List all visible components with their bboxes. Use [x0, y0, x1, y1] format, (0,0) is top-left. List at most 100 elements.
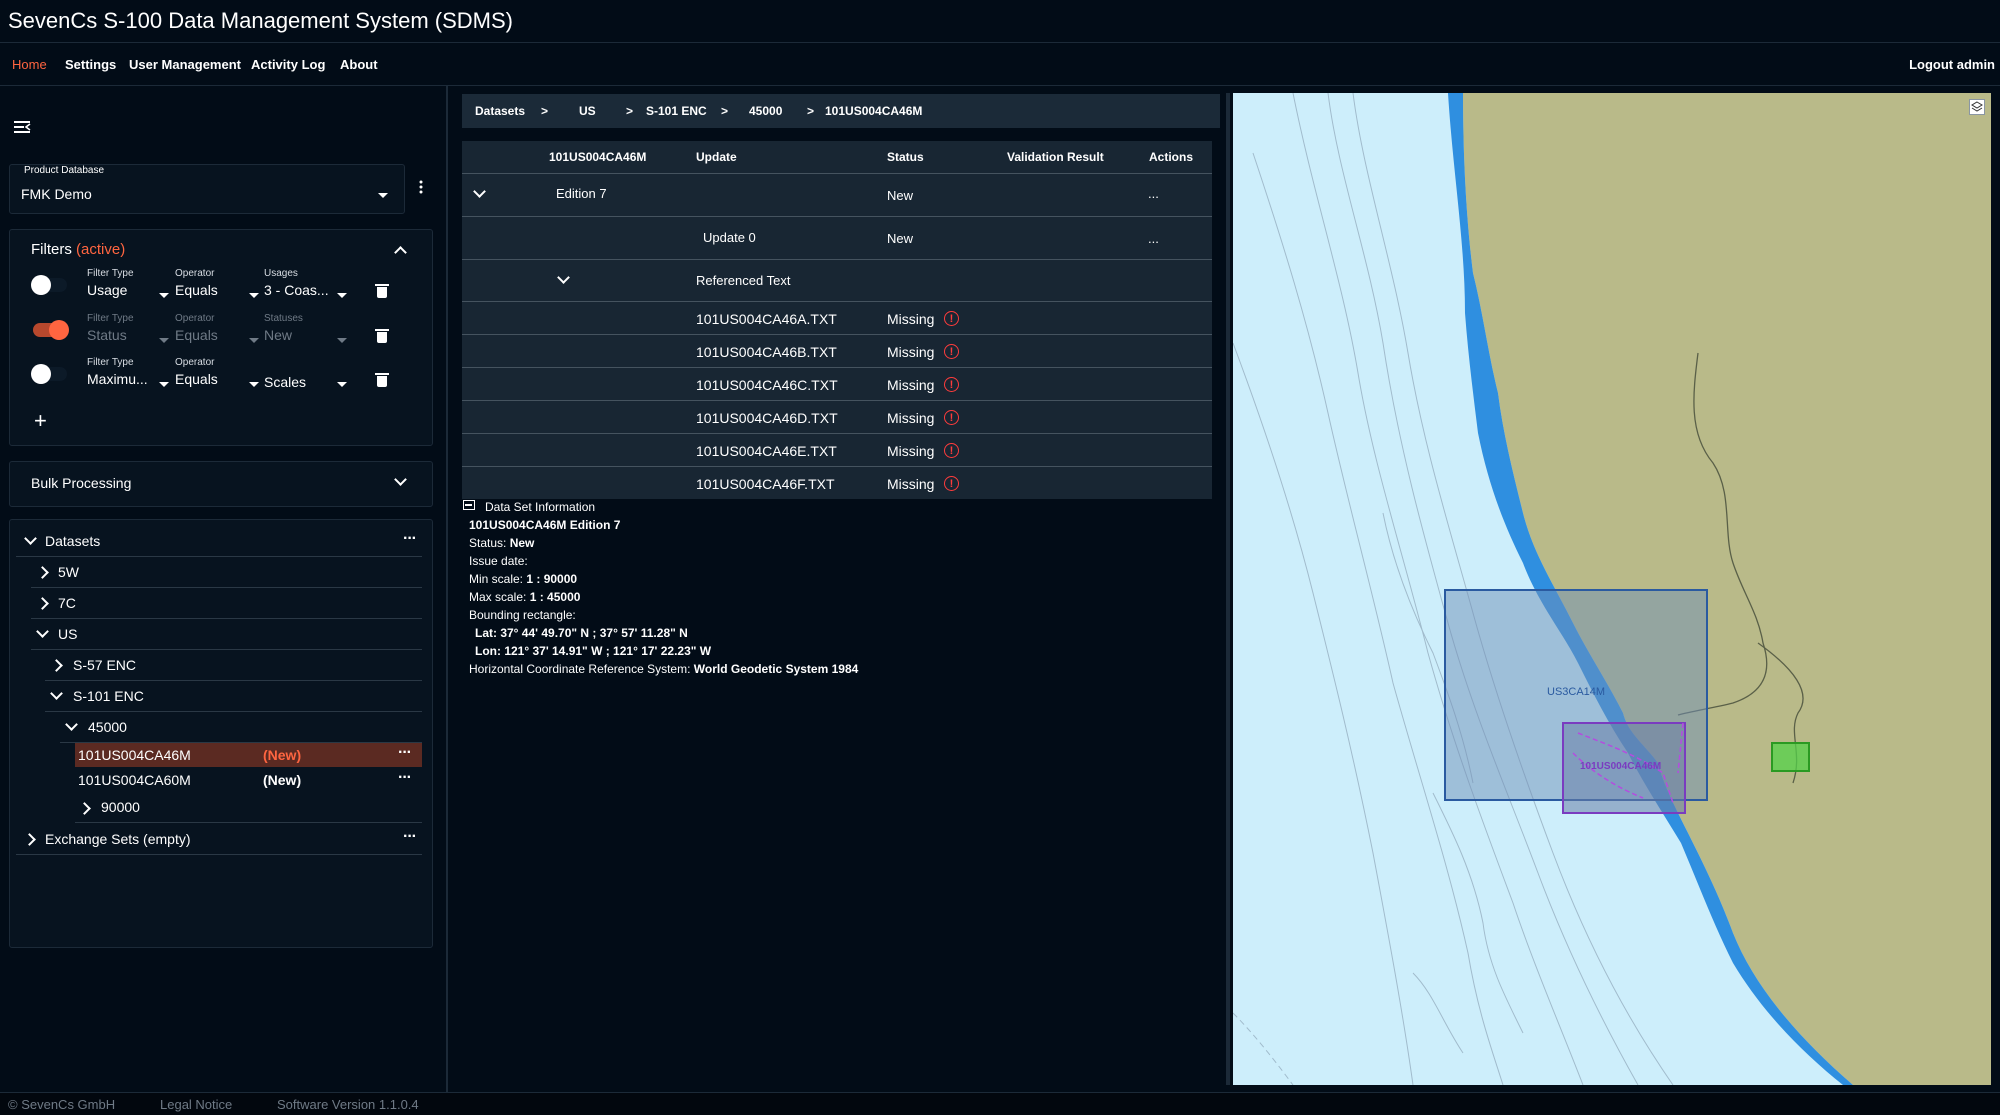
chevron-down-icon[interactable]	[337, 293, 347, 298]
filter-type-label: Filter Type	[87, 357, 134, 368]
tree-node-101us004ca60m[interactable]: 101US004CA60M (New) ···	[75, 768, 422, 792]
info-header: Data Set Information	[485, 500, 596, 514]
status-text: New	[887, 188, 914, 203]
map-splitter[interactable]	[1226, 93, 1230, 1085]
row-actions-button[interactable]: ...	[1148, 186, 1159, 201]
db-menu-icon[interactable]	[419, 180, 423, 194]
operator-value[interactable]: Equals	[175, 327, 218, 343]
chevron-down-icon[interactable]	[159, 338, 169, 343]
column-header-update[interactable]: Update	[696, 150, 737, 164]
table-row-file[interactable]: 101US004CA46A.TXT Missing !	[462, 302, 1212, 335]
more-icon[interactable]: ···	[403, 530, 417, 548]
table-row-update[interactable]: Update 0 New ...	[462, 217, 1212, 260]
update-label: Update 0	[703, 230, 756, 245]
tree-node-us[interactable]: US	[31, 619, 422, 650]
table-row-file[interactable]: 101US004CA46C.TXT Missing !	[462, 368, 1212, 401]
chevron-right-icon	[23, 833, 36, 846]
collapse-box-icon[interactable]	[463, 500, 475, 510]
chevron-down-icon[interactable]	[249, 338, 259, 343]
tree-label: 101US004CA60M	[78, 772, 191, 788]
chevron-down-icon[interactable]	[249, 382, 259, 387]
warning-icon: !	[944, 377, 959, 392]
statuses-value[interactable]: New	[264, 327, 292, 343]
table-row-file[interactable]: 101US004CA46B.TXT Missing !	[462, 335, 1212, 368]
tree-node-datasets[interactable]: Datasets ···	[16, 526, 422, 557]
map-label-us3ca14m: US3CA14M	[1547, 686, 1606, 698]
more-icon[interactable]: ···	[398, 744, 412, 762]
layers-icon[interactable]	[1969, 99, 1985, 115]
table-row-referenced-text[interactable]: Referenced Text	[462, 260, 1212, 302]
more-icon[interactable]: ···	[398, 769, 412, 787]
nav-activity-log[interactable]: Activity Log	[251, 57, 325, 72]
status-badge: (New)	[263, 747, 302, 763]
table-row-file[interactable]: 101US004CA46D.TXT Missing !	[462, 401, 1212, 434]
chevron-right-icon	[36, 597, 49, 610]
edition-label: Edition 7	[556, 186, 607, 201]
tree-node-s101-enc[interactable]: S-101 ENC	[45, 681, 422, 712]
info-issue-date: Issue date:	[469, 554, 528, 568]
breadcrumb-current: 101US004CA46M	[825, 104, 923, 118]
chevron-down-icon[interactable]	[159, 293, 169, 298]
map-view[interactable]: US3CA14M 101US004CA46M	[1233, 93, 1991, 1085]
usages-value[interactable]: 3 - Coas...	[264, 282, 329, 298]
trash-icon[interactable]	[375, 373, 389, 387]
filter-type-value[interactable]: Maximu...	[87, 371, 148, 387]
filters-panel: Filters (active) Filter Type Usage Opera…	[9, 229, 433, 446]
logout-link[interactable]: Logout admin	[1909, 57, 1995, 72]
chevron-up-icon[interactable]	[394, 246, 407, 259]
tree-node-exchange-sets[interactable]: Exchange Sets (empty) ···	[16, 824, 422, 855]
operator-value[interactable]: Equals	[175, 371, 218, 387]
bulk-processing-panel[interactable]: Bulk Processing	[9, 461, 433, 507]
tree-node-s57-enc[interactable]: S-57 ENC	[45, 650, 422, 681]
tree-node-5w[interactable]: 5W	[31, 557, 422, 588]
tree-node-101us004ca46m[interactable]: 101US004CA46M (New) ···	[75, 743, 422, 767]
referenced-text-label: Referenced Text	[696, 273, 791, 288]
legal-notice-link[interactable]: Legal Notice	[160, 1097, 232, 1112]
column-header-actions[interactable]: Actions	[1149, 150, 1193, 164]
info-min-scale: Min scale: 1 : 90000	[469, 572, 578, 586]
main-nav: Home Settings User Management Activity L…	[0, 43, 2000, 86]
filter-type-value[interactable]: Status	[87, 327, 127, 343]
breadcrumb-datasets[interactable]: Datasets	[475, 104, 525, 118]
table-row-edition[interactable]: Edition 7 New ...	[462, 174, 1212, 217]
filter-toggle-2[interactable]	[33, 320, 69, 340]
filters-title[interactable]: Filters (active)	[31, 241, 125, 258]
product-database-select[interactable]: Product Database FMK Demo	[9, 164, 405, 214]
breadcrumb-45000[interactable]: 45000	[749, 104, 782, 118]
chevron-down-icon[interactable]	[249, 293, 259, 298]
chevron-down-icon[interactable]	[337, 338, 347, 343]
operator-label: Operator	[175, 268, 215, 279]
chevron-down-icon[interactable]	[557, 271, 570, 284]
nav-home[interactable]: Home	[12, 57, 47, 72]
table-row-file[interactable]: 101US004CA46E.TXT Missing !	[462, 434, 1212, 467]
nav-settings[interactable]: Settings	[65, 57, 116, 72]
scales-value[interactable]: Scales	[264, 374, 306, 390]
chevron-down-icon[interactable]	[473, 185, 486, 198]
table-row-file[interactable]: 101US004CA46F.TXT Missing !	[462, 467, 1212, 499]
more-icon[interactable]: ···	[403, 828, 417, 846]
operator-value[interactable]: Equals	[175, 282, 218, 298]
breadcrumb-us[interactable]: US	[579, 104, 596, 118]
column-header-validation[interactable]: Validation Result	[1007, 150, 1104, 164]
trash-icon[interactable]	[375, 329, 389, 343]
tree-node-90000[interactable]: 90000	[75, 794, 422, 823]
statuses-label: Statuses	[264, 313, 303, 324]
tree-node-7c[interactable]: 7C	[31, 588, 422, 619]
column-header-status[interactable]: Status	[887, 150, 924, 164]
filter-type-value[interactable]: Usage	[87, 282, 127, 298]
status-text: New	[887, 231, 914, 246]
tree-node-45000[interactable]: 45000	[60, 712, 422, 743]
nav-about[interactable]: About	[340, 57, 378, 72]
add-filter-button[interactable]: +	[34, 408, 47, 434]
filter-toggle-3[interactable]	[31, 364, 67, 384]
column-header-name[interactable]: 101US004CA46M	[549, 150, 646, 164]
breadcrumb-s101-enc[interactable]: S-101 ENC	[646, 104, 707, 118]
chevron-down-icon[interactable]	[337, 382, 347, 387]
row-actions-button[interactable]: ...	[1148, 231, 1159, 246]
chevron-down-icon[interactable]	[159, 382, 169, 387]
sidebar-collapse-icon[interactable]	[14, 120, 32, 134]
nav-user-management[interactable]: User Management	[129, 57, 241, 72]
filter-toggle-1[interactable]	[31, 275, 67, 295]
trash-icon[interactable]	[375, 284, 389, 298]
title-bar: SevenCs S-100 Data Management System (SD…	[0, 0, 2000, 43]
